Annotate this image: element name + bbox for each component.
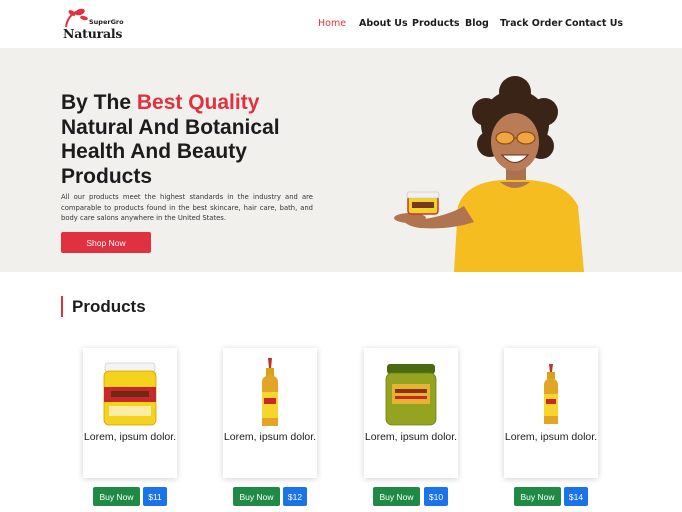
product-bottle-image xyxy=(544,364,558,424)
price-button[interactable]: $12 xyxy=(283,487,307,506)
product-card[interactable]: Lorem, ipsum dolor. xyxy=(504,348,598,478)
main-nav: Home About Us Products Blog Track Order … xyxy=(0,18,682,32)
buy-now-button[interactable]: Buy Now xyxy=(373,487,420,506)
product-caption: Lorem, ipsum dolor. xyxy=(364,431,458,443)
hero-description: All our products meet the highest standa… xyxy=(61,193,313,222)
nav-products[interactable]: Products xyxy=(412,18,460,29)
hero-title: By The Best Quality Natural And Botanical… xyxy=(61,91,331,189)
product-jar-image xyxy=(385,364,437,426)
price-button[interactable]: $11 xyxy=(143,487,167,506)
price-button[interactable]: $14 xyxy=(564,487,588,506)
product-jar-image xyxy=(103,362,157,426)
products-heading: Products xyxy=(61,296,146,317)
product-card[interactable]: Lorem, ipsum dolor. xyxy=(223,348,317,478)
hero-model-image xyxy=(394,76,584,272)
product-bottle-image xyxy=(262,358,278,426)
nav-contact-us[interactable]: Contact Us xyxy=(565,18,623,29)
product-caption: Lorem, ipsum dolor. xyxy=(83,431,177,443)
site-header: SuperGro Naturals Home About Us Products… xyxy=(0,0,682,48)
hero-title-rest: Natural And Botanical Health And Beauty … xyxy=(61,115,280,188)
shop-now-button[interactable]: Shop Now xyxy=(61,232,151,253)
product-card[interactable]: Lorem, ipsum dolor. xyxy=(83,348,177,478)
product-card[interactable]: Lorem, ipsum dolor. xyxy=(364,348,458,478)
buy-now-button[interactable]: Buy Now xyxy=(233,487,280,506)
nav-home[interactable]: Home xyxy=(318,18,346,29)
nav-blog[interactable]: Blog xyxy=(465,18,489,29)
nav-track-order[interactable]: Track Order xyxy=(500,18,562,29)
hero-title-accent: Best Quality xyxy=(136,91,260,114)
buy-now-button[interactable]: Buy Now xyxy=(514,487,561,506)
product-caption: Lorem, ipsum dolor. xyxy=(504,431,598,443)
buy-now-button[interactable]: Buy Now xyxy=(93,487,140,506)
product-caption: Lorem, ipsum dolor. xyxy=(223,431,317,443)
hero-banner: By The Best Quality Natural And Botanical… xyxy=(0,48,682,272)
hero-title-prefix: By The xyxy=(61,91,137,114)
price-button[interactable]: $10 xyxy=(424,487,448,506)
nav-about-us[interactable]: About Us xyxy=(359,18,408,29)
